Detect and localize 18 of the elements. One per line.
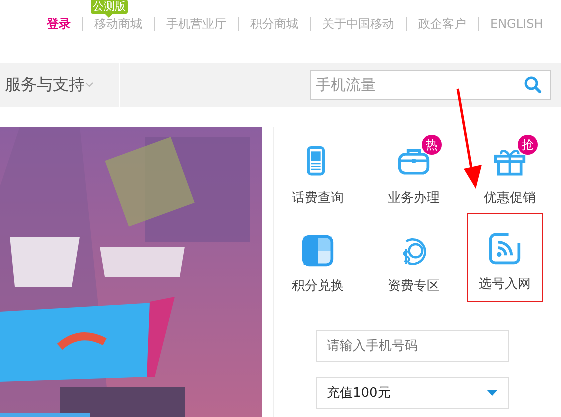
search-field[interactable]: 手机流量 (310, 70, 551, 100)
grid-icon[interactable] (301, 234, 335, 268)
promo-badge: 抢 (518, 135, 538, 155)
service-link[interactable]: 积分兑换 (292, 277, 344, 295)
caret-icon (85, 82, 94, 88)
caret-icon (487, 390, 498, 396)
phone-field[interactable]: 请输入手机号码 (316, 330, 509, 362)
service-link[interactable]: 话费查询 (292, 189, 344, 207)
signal-icon[interactable] (488, 232, 522, 266)
service-link[interactable]: 资费专区 (388, 277, 440, 295)
login-link[interactable]: 登录 (47, 16, 71, 33)
service-menu[interactable]: 服务与支持 (5, 74, 85, 96)
amount-select[interactable]: 充值100元 (316, 377, 509, 409)
service-link[interactable]: 选号入网 (479, 275, 531, 293)
search-icon[interactable] (524, 76, 542, 94)
service-link[interactable]: 优惠促销 (484, 189, 536, 207)
promo-badge: 热 (422, 135, 442, 155)
service-link[interactable]: 业务办理 (388, 189, 440, 207)
